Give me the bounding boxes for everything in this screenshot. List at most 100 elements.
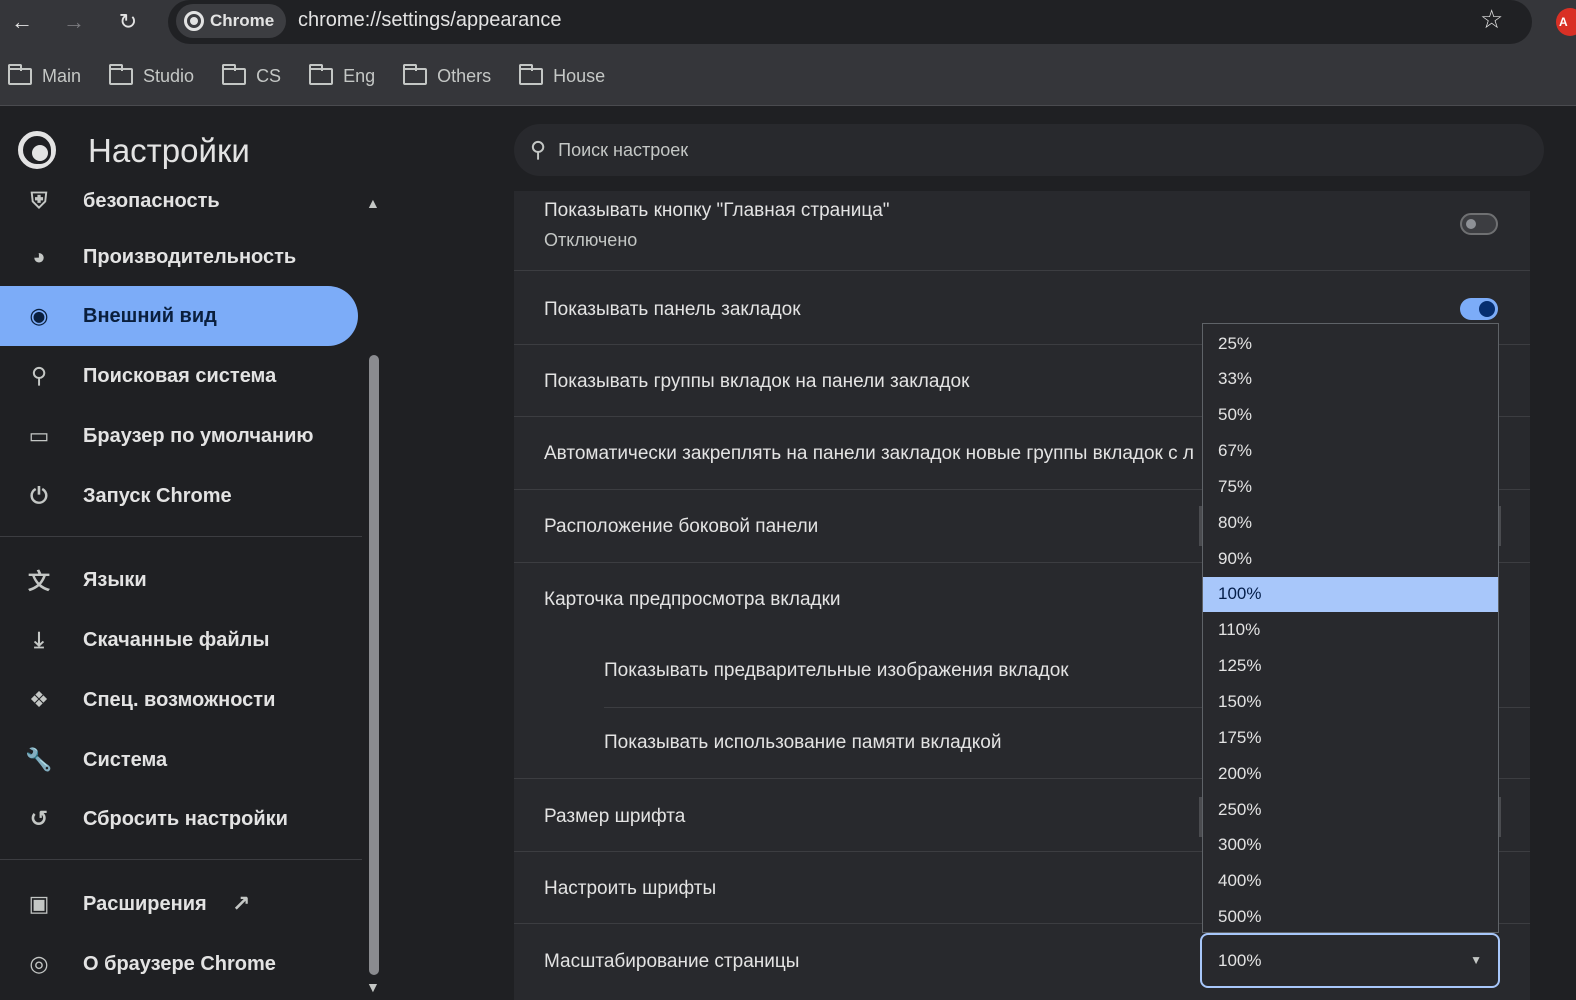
zoom-option[interactable]: 33% — [1203, 362, 1498, 397]
bookmark-folder-eng[interactable]: Eng — [309, 58, 375, 94]
sidebar-item-privacy[interactable]: ⛨ безопасность — [0, 171, 358, 231]
bookmark-label: House — [553, 65, 606, 86]
scroll-up-arrow-icon[interactable]: ▲ — [366, 195, 380, 211]
translate-icon: 文 — [27, 569, 50, 594]
zoom-option[interactable]: 125% — [1203, 649, 1498, 684]
sidebar-item-languages[interactable]: 文 Языки — [0, 550, 358, 610]
sidebar-item-downloads[interactable]: ⤓ Скачанные файлы — [0, 610, 358, 670]
page-title: Настройки — [88, 132, 250, 169]
sidebar-item-label: О браузере Chrome — [83, 952, 276, 975]
zoom-option[interactable]: 500% — [1203, 900, 1498, 932]
zoom-option[interactable]: 75% — [1203, 469, 1498, 504]
setting-label: Карточка предпросмотра вкладки — [544, 589, 841, 610]
setting-label: Расположение боковой панели — [544, 516, 819, 537]
setting-label: Настроить шрифты — [544, 878, 717, 899]
sidebar-item-label: Запуск Chrome — [83, 484, 232, 507]
setting-label-hover-images[interactable]: Показывать предварительные изображения в… — [604, 660, 1069, 682]
sidebar-item-label: Скачанные файлы — [83, 628, 270, 651]
scrollbar-thumb[interactable] — [369, 355, 379, 975]
dropdown-caret-icon: ▼ — [1470, 953, 1482, 967]
profile-avatar[interactable]: A — [1556, 8, 1576, 36]
page-zoom-select[interactable]: 100% ▼ — [1200, 933, 1500, 988]
sidebar-item-default-browser[interactable]: ▭ Браузер по умолчанию — [0, 406, 358, 466]
sidebar-item-label: Сбросить настройки — [83, 807, 288, 830]
sidebar-item-appearance[interactable]: ◉ Внешний вид — [0, 286, 358, 346]
setting-row-home-button[interactable]: Показывать кнопку "Главная страница" Отк… — [514, 191, 1530, 271]
folder-icon — [519, 63, 544, 85]
back-arrow-icon[interactable]: ← — [6, 6, 38, 38]
sidebar-item-performance[interactable]: ◕ Производительность — [0, 227, 358, 287]
bookmark-label: Others — [437, 65, 492, 86]
sidebar-divider — [0, 859, 362, 860]
open-external-icon: ↗ — [232, 891, 251, 916]
bookmark-folder-cs[interactable]: CS — [222, 58, 281, 94]
site-chip[interactable]: Chrome — [176, 4, 286, 38]
sidebar-item-system[interactable]: 🔧 Система — [0, 730, 358, 790]
power-icon: ⏻ — [30, 483, 48, 508]
setting-label: Автоматически закреплять на панели закла… — [544, 443, 1195, 464]
zoom-option[interactable]: 100% — [1203, 576, 1498, 612]
bookmark-label: Main — [42, 65, 82, 86]
bookmarks-bar-toggle[interactable] — [1460, 298, 1498, 320]
sidebar-item-accessibility[interactable]: ❖ Спец. возможности — [0, 670, 358, 730]
sidebar-item-label: Спец. возможности — [83, 688, 276, 711]
sidebar-divider — [0, 536, 362, 537]
zoom-option[interactable]: 90% — [1203, 541, 1498, 576]
zoom-option[interactable]: 80% — [1203, 505, 1498, 540]
zoom-option[interactable]: 175% — [1203, 720, 1498, 755]
search-placeholder: Поиск настроек — [558, 139, 689, 160]
setting-label: Показывать панель закладок — [544, 299, 801, 320]
zoom-option[interactable]: 200% — [1203, 756, 1498, 791]
chrome-logo-icon — [184, 11, 204, 31]
scroll-down-arrow-icon[interactable]: ▼ — [366, 979, 380, 995]
setting-sublabel: Отключено — [544, 230, 638, 250]
sidebar-item-label: Браузер по умолчанию — [83, 424, 314, 447]
zoom-option[interactable]: 25% — [1203, 326, 1498, 361]
zoom-option[interactable]: 400% — [1203, 864, 1498, 899]
home-button-toggle[interactable] — [1460, 213, 1498, 235]
zoom-option[interactable]: 110% — [1203, 613, 1498, 648]
sidebar-item-label: Внешний вид — [83, 304, 217, 327]
sidebar-item-label: Система — [83, 748, 168, 771]
setting-label: Размер шрифта — [544, 806, 686, 827]
setting-label-hover-memory[interactable]: Показывать использование памяти вкладкой — [604, 732, 1001, 754]
browser-toolbar: ← → ↻ Chrome chrome://settings/appearanc… — [0, 0, 1576, 106]
folder-icon — [403, 63, 428, 85]
speedometer-icon: ◕ — [32, 244, 46, 269]
sidebar-scrollbar[interactable]: ▲ ▼ — [364, 191, 384, 1000]
sidebar-item-reset[interactable]: ↺ Сбросить настройки — [0, 789, 358, 849]
reset-icon: ↺ — [29, 806, 49, 831]
zoom-option[interactable]: 50% — [1203, 398, 1498, 433]
url-text[interactable]: chrome://settings/appearance — [298, 9, 562, 32]
zoom-option[interactable]: 300% — [1203, 828, 1498, 863]
bookmark-label: CS — [256, 65, 282, 86]
wrench-icon: 🔧 — [25, 747, 53, 772]
sidebar-item-extensions[interactable]: ▣ Расширения ↗ — [0, 874, 358, 934]
bookmark-folder-others[interactable]: Others — [403, 58, 491, 94]
forward-arrow-icon[interactable]: → — [58, 6, 90, 38]
folder-icon — [8, 63, 32, 85]
sidebar-item-search-engine[interactable]: ⚲ Поисковая система — [0, 346, 358, 406]
setting-label: Масштабирование страницы — [544, 951, 800, 972]
sidebar-item-about-chrome[interactable]: ◎ О браузере Chrome — [0, 934, 358, 994]
zoom-option[interactable]: 150% — [1203, 685, 1498, 720]
sidebar-item-label: Производительность — [83, 245, 297, 268]
zoom-option[interactable]: 250% — [1203, 792, 1498, 827]
zoom-option[interactable]: 67% — [1203, 434, 1498, 469]
settings-sidebar: ⛨ безопасность ◕ Производительность ◉ Вн… — [0, 188, 364, 1000]
settings-search-input[interactable]: ⚲ Поиск настроек — [514, 124, 1544, 176]
bookmark-folder-main[interactable]: Main — [8, 58, 81, 94]
bookmark-folder-house[interactable]: House — [519, 58, 605, 94]
sidebar-item-label: Языки — [83, 568, 147, 591]
bookmark-folder-studio[interactable]: Studio — [109, 58, 194, 94]
bookmark-star-icon[interactable]: ☆ — [1480, 4, 1503, 35]
folder-icon — [309, 63, 334, 85]
sidebar-item-label: Расширения — [83, 892, 207, 915]
page-zoom-value: 100% — [1218, 950, 1262, 970]
sidebar-item-label: Поисковая система — [83, 364, 277, 387]
sidebar-item-on-startup[interactable]: ⏻ Запуск Chrome — [0, 466, 358, 526]
zoom-dropdown-list: 25% 33% 50% 67% 75% 80% 90% 100% 110% 125% 150% 175… — [1202, 323, 1499, 933]
download-icon: ⤓ — [34, 627, 44, 652]
reload-icon[interactable]: ↻ — [112, 6, 144, 38]
site-chip-label: Chrome — [210, 11, 275, 30]
